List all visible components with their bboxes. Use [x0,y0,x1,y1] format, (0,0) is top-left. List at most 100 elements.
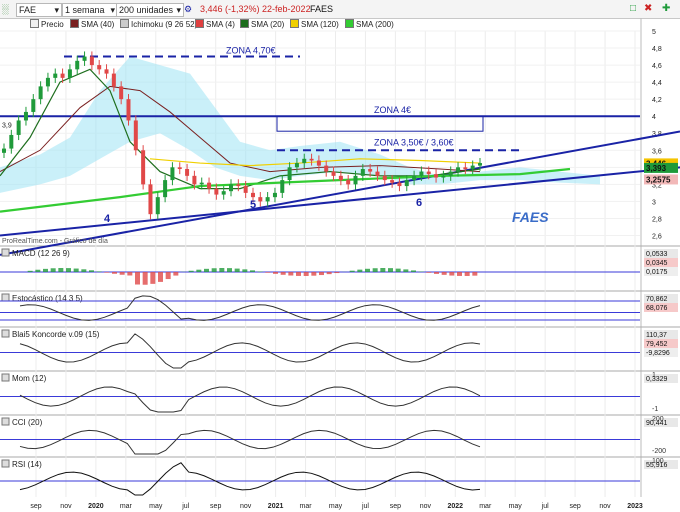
indicator-value: 70,862 [646,296,668,303]
candle-body [448,171,453,176]
candle-body [250,192,255,198]
macd-histogram-bar [158,272,163,282]
x-tick-label: nov [599,503,611,510]
x-tick-label: sep [30,503,41,510]
candle-body [155,197,160,215]
candle-body [148,184,153,215]
macd-histogram-bar [472,272,478,276]
macd-histogram-bar [319,272,324,276]
y-tick-label: 2,6 [652,233,662,240]
candle-body [9,134,14,149]
candle-body [82,56,87,61]
candle-body [60,73,65,78]
indicator-value: 110,37 [646,332,667,339]
macd-histogram-bar [388,268,393,272]
wave-label: 6 [416,197,422,209]
candle-body [97,65,102,70]
zone-label: ZONA 3,50€ / 3,60€ [374,137,454,147]
x-tick-label: sep [569,503,580,510]
candle-body [229,184,234,192]
x-tick-label: mar [479,503,492,510]
candle-body [111,73,116,87]
candle-body [126,99,131,121]
candle-body [375,171,380,176]
brand-label: FAES [512,209,549,225]
y-tick-label: 3 [652,199,656,206]
candle-body [412,175,417,181]
candle-body [89,56,94,66]
macd-histogram-bar [188,270,194,272]
x-tick-label: sep [210,503,221,510]
indicator-name: CCI (20) [12,418,43,427]
indicator-swatch [1,417,10,426]
x-tick-label: jul [361,503,369,510]
x-tick-label: mar [300,503,313,510]
candle-body [265,197,270,202]
candle-body [287,167,292,181]
macd-histogram-bar [273,272,278,274]
candle-body [456,167,461,172]
y-tick-label: 4,8 [652,46,662,53]
indicator-name: MACD (12 26 9) [12,249,70,258]
indicator-swatch [1,329,10,338]
x-tick-label: 2022 [448,503,464,510]
macd-histogram-bar [135,272,140,285]
indicator-tick: -200 [652,448,666,455]
macd-histogram-bar [349,270,355,272]
y-tick-label: 3,6 [652,148,662,155]
macd-histogram-bar [464,272,470,276]
candle-body [119,86,124,100]
x-tick-label: may [329,503,343,510]
macd-histogram-bar [112,272,117,274]
x-tick-label: 2020 [88,503,104,510]
candle-body [390,180,395,183]
candle-body [207,182,212,189]
macd-histogram-bar [142,272,148,285]
macd-histogram-bar [96,271,102,272]
macd-histogram-bar [434,272,439,274]
candle-body [23,111,28,121]
chart-canvas[interactable]: sep nov 2020 mar may jul sep nov 2021 mar may jul se… [0,0,680,512]
indicator-name: Estocástico (14 3 5) [12,294,83,303]
y-tick-label: 4,4 [652,80,662,87]
macd-histogram-bar [89,270,94,272]
candle-body [478,163,482,166]
indicator-value: 0,0533 [646,251,668,258]
candle-body [272,192,277,198]
macd-histogram-bar [234,268,240,272]
indicator-swatch [1,459,10,468]
candle-body [346,180,351,185]
macd-histogram-bar [127,272,133,276]
candle-body [163,180,168,198]
indicator-value: 79,452 [646,341,668,348]
candle-body [243,186,248,193]
macd-histogram-bar [372,268,378,272]
indicator-tick: -1 [652,406,658,413]
macd-histogram-bar [50,268,56,272]
macd-histogram-bar [104,272,110,273]
macd-histogram-bar [303,272,309,276]
indicator-value: 0,0345 [646,260,668,267]
macd-histogram-bar [280,272,286,275]
x-tick-label: mar [120,503,133,510]
y-tick-label: 2,8 [652,216,662,223]
macd-histogram-bar [43,268,48,272]
macd-histogram-bar [150,272,156,284]
candle-body [67,69,72,78]
zone-label: ZONA 4€ [374,105,411,115]
indicator-value: 0,0175 [646,269,668,276]
macd-histogram-bar [81,269,87,272]
macd-histogram-bar [326,272,332,275]
indicator-name: Mom (12) [12,374,47,383]
candle-body [426,171,431,175]
price-tag-value: 3,2575 [646,175,671,184]
candle-body [294,163,299,168]
macd-histogram-bar [334,272,340,274]
macd-histogram-bar [288,272,294,276]
macd-histogram-bar [27,270,33,272]
macd-histogram-bar [365,268,370,272]
left-price-label: 3,9 [2,123,12,130]
candle-body [316,160,321,166]
macd-histogram-bar [296,272,301,276]
candle-body [331,171,336,176]
